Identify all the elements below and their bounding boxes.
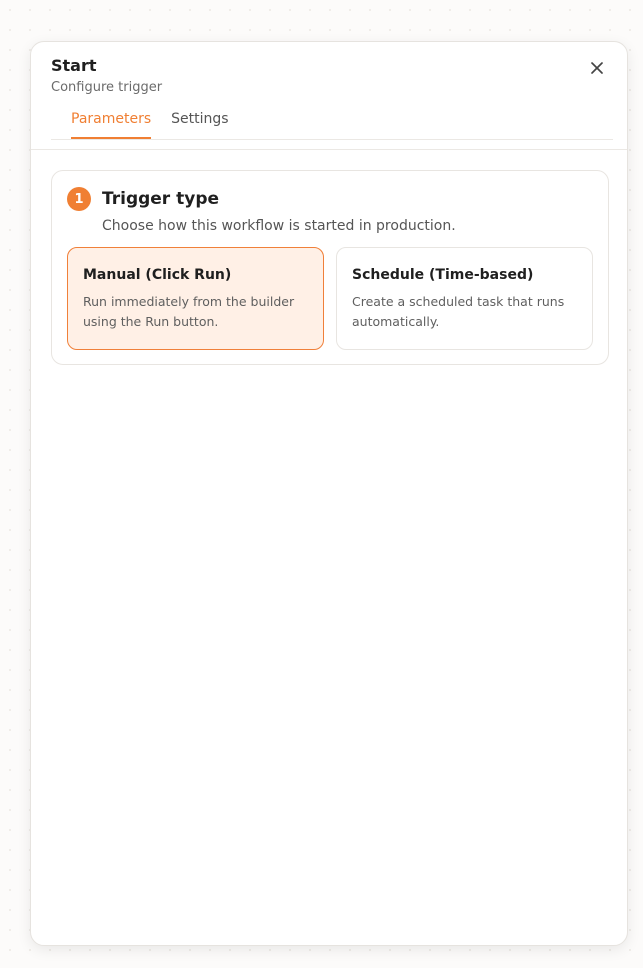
step-badge: 1 bbox=[67, 187, 91, 211]
section-title: Trigger type bbox=[102, 189, 220, 209]
tab-bar: Parameters Settings bbox=[51, 106, 613, 140]
option-title: Manual (Click Run) bbox=[83, 267, 232, 283]
trigger-config-panel: Start Configure trigger Parameters Setti… bbox=[30, 41, 628, 946]
option-description: Create a scheduled task that runs automa… bbox=[352, 294, 565, 329]
section-header: 1 Trigger type bbox=[67, 187, 593, 211]
section-description: Choose how this workflow is started in p… bbox=[102, 218, 456, 234]
tab-parameters[interactable]: Parameters bbox=[71, 106, 152, 139]
option-description: Run immediately from the builder using t… bbox=[83, 294, 295, 329]
option-title: Schedule (Time-based) bbox=[352, 267, 534, 283]
tab-settings[interactable]: Settings bbox=[171, 106, 228, 139]
panel-header: Start Configure trigger Parameters Setti… bbox=[31, 42, 627, 150]
option-manual[interactable]: Manual (Click Run) Run immediately from … bbox=[67, 247, 324, 350]
option-schedule[interactable]: Schedule (Time-based) Create a scheduled… bbox=[336, 247, 593, 350]
close-icon bbox=[591, 62, 603, 74]
panel-subtitle: Configure trigger bbox=[51, 80, 163, 95]
panel-content: 1 Trigger type Choose how this workflow … bbox=[31, 150, 627, 365]
trigger-options: Manual (Click Run) Run immediately from … bbox=[67, 247, 593, 350]
panel-title: Start bbox=[51, 56, 97, 75]
trigger-type-section: 1 Trigger type Choose how this workflow … bbox=[51, 170, 609, 365]
close-button[interactable] bbox=[585, 56, 609, 80]
